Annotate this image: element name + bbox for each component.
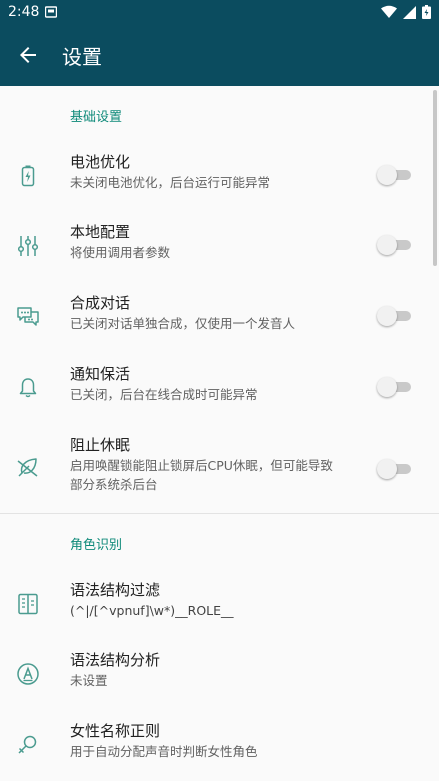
filter-book-icon <box>18 593 38 615</box>
synthesize-dialogue-toggle[interactable] <box>377 306 413 326</box>
setting-summary: 已关闭，后台在线合成时可能异常 <box>70 387 258 402</box>
setting-local-config[interactable]: 本地配置 将使用调用者参数 <box>0 211 439 282</box>
status-bar: 2:48 <box>0 0 439 24</box>
setting-title: 通知保活 <box>70 365 131 383</box>
setting-summary-line2: 部分系统杀后台 <box>70 477 158 492</box>
setting-title: 电池优化 <box>70 153 131 171</box>
setting-syntax-analysis[interactable]: 语法结构分析 未设置 <box>0 639 439 710</box>
setting-title: 语法结构过滤 <box>70 581 161 599</box>
setting-title: 女性名称正则 <box>70 722 161 740</box>
setting-prevent-sleep[interactable]: 阻止休眠 启用唤醒锁能阻止锁屏后CPU休眠，但可能导致 部分系统杀后台 <box>0 424 439 513</box>
leaf-off-icon <box>17 458 38 477</box>
battery-charging-icon <box>21 165 35 187</box>
setting-summary: 未设置 <box>70 673 108 688</box>
battery-optimization-toggle[interactable] <box>377 165 413 185</box>
section-header-role: 角色识别 <box>70 538 123 553</box>
circle-a-icon <box>17 663 39 685</box>
setting-summary: 未关闭电池优化，后台运行可能异常 <box>70 175 271 190</box>
wifi-icon <box>381 5 397 18</box>
app-bar: 设置 <box>0 24 439 86</box>
setting-summary: 将使用调用者参数 <box>70 245 171 260</box>
setting-title: 阻止休眠 <box>70 436 131 454</box>
setting-synthesize-dialogue[interactable]: 合成对话 已关闭对话单独合成，仅使用一个发音人 <box>0 282 439 353</box>
page-title: 设置 <box>62 44 102 69</box>
female-search-icon <box>18 735 37 754</box>
setting-syntax-filter[interactable]: 语法结构过滤 (^|/[^vpnuf]\w*)__ROLE__ <box>0 568 439 639</box>
chat-icon <box>17 307 39 326</box>
setting-title: 合成对话 <box>70 294 131 312</box>
battery-icon <box>422 5 431 19</box>
setting-summary: 用于自动分配声音时判断女性角色 <box>70 744 258 759</box>
setting-summary-line1: 启用唤醒锁能阻止锁屏后CPU休眠，但可能导致 <box>70 458 333 473</box>
setting-summary: 已关闭对话单独合成，仅使用一个发音人 <box>70 316 296 331</box>
notification-keepalive-toggle[interactable] <box>377 377 413 397</box>
section-header-basic: 基础设置 <box>70 110 123 125</box>
setting-title: 语法结构分析 <box>70 651 161 669</box>
setting-battery-optimization[interactable]: 电池优化 未关闭电池优化，后台运行可能异常 <box>0 140 439 211</box>
signal-icon <box>403 5 416 19</box>
notification-icon <box>45 6 58 18</box>
status-time: 2:48 <box>8 4 40 20</box>
sliders-icon <box>17 236 39 256</box>
arrow-back-icon[interactable] <box>16 43 40 67</box>
setting-title: 本地配置 <box>70 223 131 241</box>
setting-summary: (^|/[^vpnuf]\w*)__ROLE__ <box>70 603 234 618</box>
local-config-toggle[interactable] <box>377 235 413 255</box>
settings-list[interactable]: 基础设置 电池优化 未关闭电池优化，后台运行可能异常 本地配置 将使用调用者参数 <box>0 86 439 781</box>
setting-female-name-regex[interactable]: 女性名称正则 用于自动分配声音时判断女性角色 <box>0 710 439 781</box>
bell-icon <box>19 378 37 398</box>
prevent-sleep-toggle[interactable] <box>377 459 413 479</box>
setting-notification-keepalive[interactable]: 通知保活 已关闭，后台在线合成时可能异常 <box>0 353 439 424</box>
